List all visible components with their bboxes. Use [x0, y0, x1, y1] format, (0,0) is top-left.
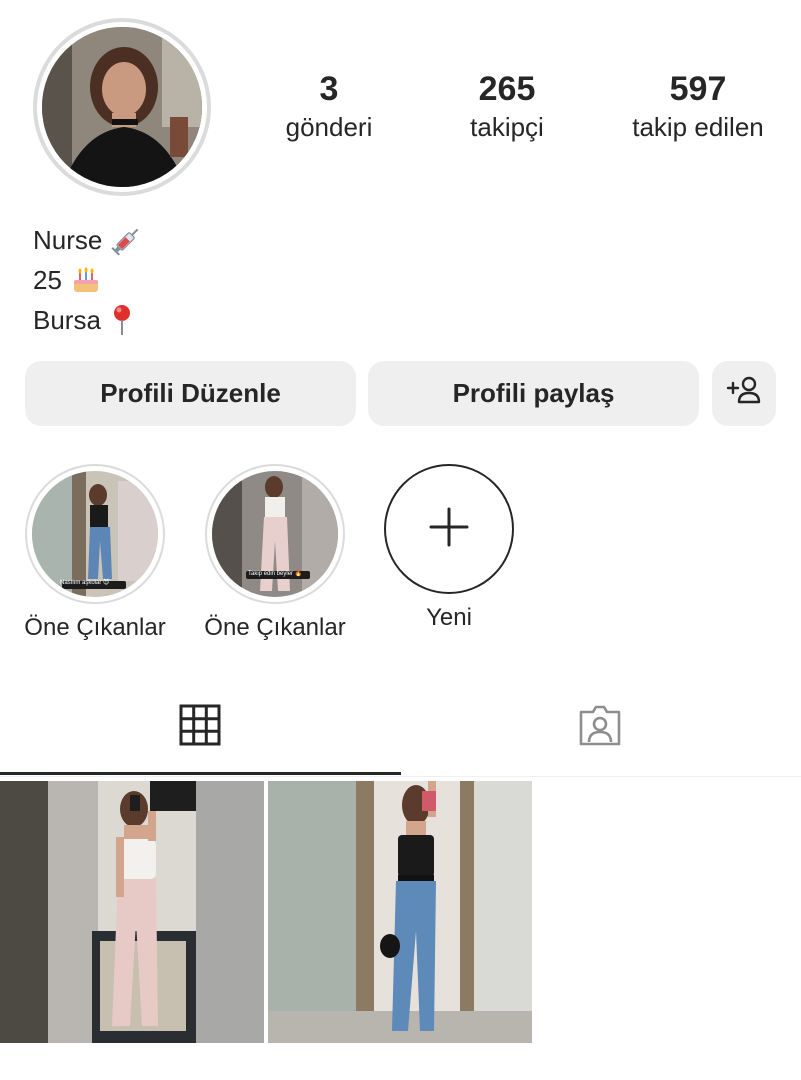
discover-people-button[interactable] [712, 361, 776, 426]
stat-followers[interactable]: 265 takipçi [396, 68, 618, 144]
post-thumbnail[interactable] [0, 781, 264, 1043]
highlight-ring: Takip edin beyler 🔥 [205, 464, 345, 604]
edit-profile-button[interactable]: Profili Düzenle [25, 361, 356, 426]
stat-following-label: takip edilen [632, 112, 764, 142]
highlight-label: Öne Çıkanlar [204, 614, 346, 641]
new-highlight-button[interactable]: Yeni [384, 464, 514, 632]
profile-tabs [0, 680, 801, 777]
grid-icon [179, 704, 221, 751]
syringe-icon [110, 223, 144, 257]
stat-posts[interactable]: 3 gönderi [262, 68, 396, 144]
highlight-cover: Nasılım aşkolar 😈 [32, 471, 158, 597]
highlight-cover: Takip edin beyler 🔥 [212, 471, 338, 597]
highlight-cover-caption: Takip edin beyler 🔥 [248, 571, 303, 577]
stat-followers-label: takipçi [470, 112, 544, 142]
highlight-item[interactable]: Nasılım aşkolar 😈 Öne Çıkanlar [24, 464, 166, 642]
highlight-label: Öne Çıkanlar [24, 614, 166, 641]
round-pushpin-icon [109, 303, 135, 337]
stat-followers-count: 265 [478, 70, 536, 108]
bio-occupation-text: Nurse [33, 225, 103, 255]
share-profile-button[interactable]: Profili paylaş [368, 361, 699, 426]
bio-location-text: Bursa [33, 305, 101, 335]
plus-icon [429, 507, 469, 552]
bio-line-age: 25 [33, 260, 144, 300]
profile-avatar[interactable] [33, 18, 211, 196]
tagged-person-icon [577, 704, 623, 751]
highlight-cover-caption: Nasılım aşkolar 😈 [60, 580, 110, 586]
post-thumbnail[interactable] [268, 781, 532, 1043]
avatar-photo [42, 27, 202, 187]
tab-tagged[interactable] [400, 680, 800, 774]
stat-posts-count: 3 [319, 70, 339, 108]
profile-bio: Nurse 25 Bursa [33, 220, 144, 340]
bio-line-location: Bursa [33, 300, 144, 340]
new-highlight-label: Yeni [426, 604, 472, 631]
active-tab-indicator [0, 772, 401, 775]
add-person-icon [726, 375, 762, 412]
stat-following-count: 597 [669, 70, 727, 108]
stat-following[interactable]: 597 takip edilen [618, 68, 778, 144]
birthday-cake-icon [70, 264, 102, 296]
bio-line-occupation: Nurse [33, 220, 144, 260]
bio-age-text: 25 [33, 265, 62, 295]
new-highlight-ring [384, 464, 514, 594]
tab-posts-grid[interactable] [0, 680, 400, 774]
profile-stats: 3 gönderi 265 takipçi 597 takip edilen [262, 68, 782, 144]
stat-posts-label: gönderi [285, 112, 373, 142]
highlight-item[interactable]: Takip edin beyler 🔥 Öne Çıkanlar [204, 464, 346, 642]
highlight-ring: Nasılım aşkolar 😈 [25, 464, 165, 604]
